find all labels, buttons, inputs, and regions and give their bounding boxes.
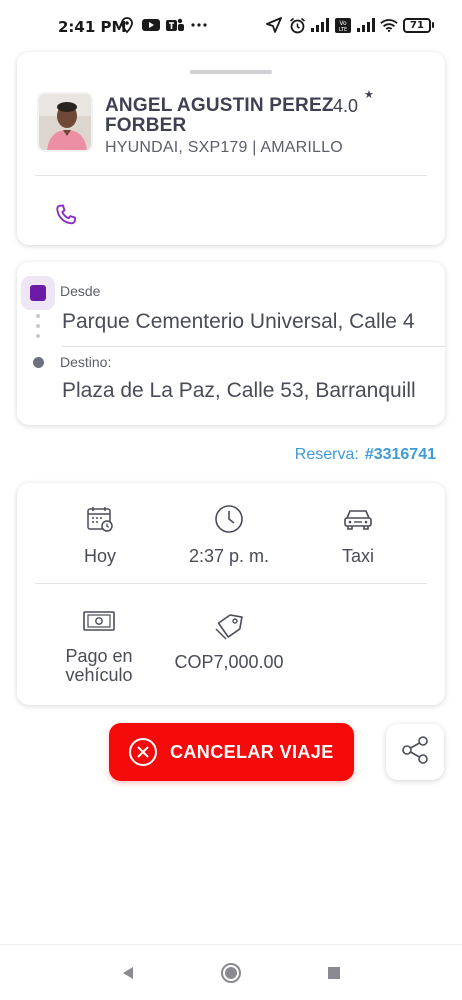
trip-service: Taxi [321, 503, 395, 566]
signal-icon [311, 16, 329, 34]
volte-icon: Vo LTE [334, 16, 352, 34]
origin-marker-icon [21, 276, 55, 310]
home-icon[interactable] [219, 961, 243, 985]
trip-payment: Pago en vehículo [53, 605, 145, 685]
trip-time: 2:37 p. m. [179, 503, 279, 566]
trip-day: Hoy [65, 503, 135, 566]
rating-star-icon: ★ [364, 89, 374, 101]
destination-marker-icon [33, 357, 44, 368]
divider [35, 175, 427, 176]
wifi-icon [380, 16, 398, 34]
share-icon [398, 733, 432, 772]
destination-address[interactable]: Plaza de La Paz, Calle 53, Barranquill [62, 379, 416, 403]
reservation-label: Reserva: [294, 446, 359, 463]
trip-details-card: Hoy 2:37 p. m. Taxi Pago en vehículo COP… [17, 483, 445, 705]
status-bar: 2:41 PM Vo LTE 71 [0, 0, 462, 52]
back-icon[interactable] [116, 961, 140, 985]
cash-icon [83, 605, 115, 637]
reservation-info: Reserva: #3316741 [295, 446, 436, 464]
signal-icon [357, 16, 375, 34]
more-dots-icon [190, 16, 208, 34]
route-card: Desde Parque Cementerio Universal, Calle… [17, 262, 445, 425]
battery-icon: 71 [403, 17, 434, 33]
svg-text:LTE: LTE [339, 27, 347, 33]
car-icon [342, 503, 374, 535]
divider [62, 346, 445, 347]
driver-name: ANGEL AGUSTIN PEREZ FORBER [105, 95, 334, 136]
location-pin-icon [118, 16, 136, 34]
divider [35, 583, 427, 584]
recents-icon[interactable] [322, 961, 346, 985]
cancel-trip-label: CANCELAR VIAJE [170, 741, 334, 762]
system-navigation-bar [0, 944, 462, 1000]
battery-level: 71 [403, 17, 431, 33]
origin-label: Desde [60, 283, 101, 299]
route-connector [36, 314, 40, 344]
destination-label: Destino: [60, 354, 112, 370]
price-tag-icon [213, 611, 245, 643]
drag-handle[interactable] [190, 70, 272, 74]
vehicle-info: HYUNDAI, SXP179 | AMARILLO [105, 139, 343, 156]
cancel-trip-button[interactable]: CANCELAR VIAJE [109, 723, 354, 781]
reservation-number: #3316741 [364, 446, 436, 463]
close-circle-icon [128, 737, 158, 767]
status-time: 2:41 PM [58, 18, 127, 36]
clock-icon [213, 503, 245, 535]
phone-icon [53, 202, 79, 233]
navigation-arrow-icon [265, 16, 283, 34]
origin-address[interactable]: Parque Cementerio Universal, Calle 4 [62, 310, 415, 334]
youtube-icon [142, 16, 160, 34]
svg-text:Vo: Vo [339, 20, 347, 27]
driver-card: ANGEL AGUSTIN PEREZ FORBER 4.0 ★ HYUNDAI… [17, 52, 445, 245]
calendar-icon [84, 503, 116, 535]
teams-icon [166, 16, 184, 34]
call-driver-button[interactable] [51, 202, 81, 232]
alarm-icon [288, 16, 306, 34]
share-button[interactable] [386, 724, 444, 780]
trip-price: COP7,000.00 [163, 611, 295, 672]
driver-avatar [37, 92, 93, 152]
driver-rating: 4.0 [333, 96, 359, 116]
